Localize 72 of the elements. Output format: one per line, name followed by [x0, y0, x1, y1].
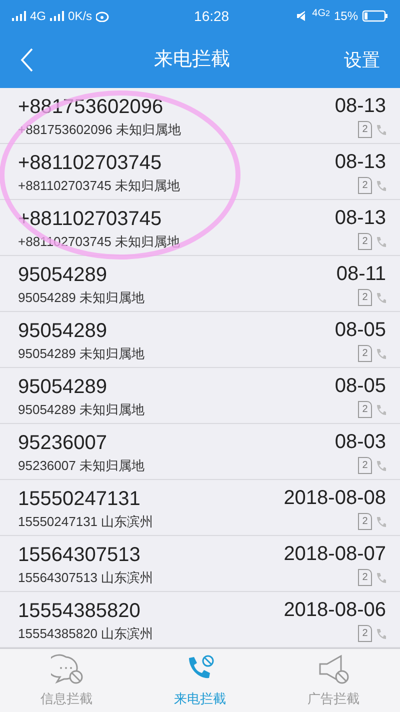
- sim-number: 2: [326, 8, 330, 20]
- number-location: 15564307513 山东滨州: [18, 570, 154, 586]
- call-row[interactable]: +881102703745 +881102703745 未知归属地 08-13 2: [0, 144, 400, 200]
- megaphone-block-icon: [317, 652, 350, 685]
- sim-card-icon: 2: [358, 345, 372, 362]
- call-date: 08-13: [334, 94, 386, 119]
- number-location: 95054289 未知归属地: [18, 290, 146, 306]
- phone-number: 15550247131: [18, 486, 142, 512]
- network-type: 4G: [312, 7, 326, 21]
- call-date: 08-05: [334, 318, 386, 343]
- call-row[interactable]: 95054289 95054289 未知归属地 08-05 2: [0, 368, 400, 424]
- number-location: +881102703745 未知归属地: [18, 234, 181, 250]
- number-location: +881102703745 未知归属地: [18, 178, 181, 194]
- sim-card-icon: 2: [358, 513, 372, 530]
- number-location: 95054289 未知归属地: [18, 346, 146, 362]
- sim-card-icon: 2: [358, 233, 372, 250]
- phone-number: 15554385820: [18, 598, 142, 624]
- screen-title: 来电拦截: [153, 48, 231, 72]
- number-location: 95054289 未知归属地: [18, 402, 146, 418]
- sim-card-icon: 2: [358, 457, 372, 474]
- phone-icon: [376, 292, 386, 304]
- phone-icon: [376, 348, 386, 360]
- phone-icon: [376, 460, 386, 472]
- call-date: 2018-08-06: [284, 598, 386, 623]
- call-date: 08-05: [334, 374, 386, 399]
- call-date: 08-13: [334, 150, 386, 175]
- phone-number: +881753602096: [18, 94, 164, 120]
- network-type: 4G: [30, 8, 46, 25]
- call-date: 2018-08-07: [284, 542, 386, 567]
- sim-card-icon: 2: [358, 625, 372, 642]
- battery-percent: 15%: [334, 8, 358, 25]
- phone-icon: [376, 180, 386, 192]
- call-date: 08-03: [334, 430, 386, 455]
- call-row[interactable]: 95236007 95236007 未知归属地 08-03 2: [0, 424, 400, 480]
- phone-number: 95054289: [18, 262, 108, 288]
- call-row[interactable]: 15564307513 15564307513 山东滨州 2018-08-07 2: [0, 536, 400, 592]
- phone-icon: [376, 516, 386, 528]
- number-location: 15550247131 山东滨州: [18, 514, 154, 530]
- network-speed: 0K/s: [68, 8, 92, 25]
- phone-number: 15564307513: [18, 542, 142, 568]
- back-icon: [20, 47, 34, 73]
- phone-icon: [376, 572, 386, 584]
- phone-number: +881102703745: [18, 150, 163, 176]
- call-date: 08-13: [334, 206, 386, 231]
- call-row[interactable]: 95054289 95054289 未知归属地 08-05 2: [0, 312, 400, 368]
- call-row[interactable]: +881102703745 +881102703745 未知归属地 08-13 2: [0, 200, 400, 256]
- phone-icon: [376, 404, 386, 416]
- clock: 16:28: [194, 6, 230, 26]
- sim-card-icon: 2: [358, 121, 372, 138]
- phone-number: +881102703745: [18, 206, 163, 232]
- call-row[interactable]: 95054289 95054289 未知归属地 08-11 2: [0, 256, 400, 312]
- sim-card-icon: 2: [358, 177, 372, 194]
- signal-icon: [12, 11, 26, 21]
- phone-icon: [376, 236, 386, 248]
- phone-icon: [376, 628, 386, 640]
- sim-card-icon: 2: [358, 569, 372, 586]
- call-date: 2018-08-08: [284, 486, 386, 511]
- chat-block-icon: [50, 652, 83, 685]
- sim-card-icon: 2: [358, 401, 372, 418]
- phone-number: 95054289: [18, 374, 108, 400]
- battery-icon: [362, 10, 388, 22]
- sim-card-icon: 2: [358, 289, 372, 306]
- call-row[interactable]: +881753602096 +881753602096 未知归属地 08-13 2: [0, 88, 400, 144]
- signal-icon: [50, 11, 64, 21]
- phone-number: 95054289: [18, 318, 108, 344]
- number-location: 95236007 未知归属地: [18, 458, 146, 474]
- call-row[interactable]: 15550247131 15550247131 山东滨州 2018-08-08 2: [0, 480, 400, 536]
- call-date: 08-11: [336, 262, 386, 287]
- phone-number: 95236007: [18, 430, 108, 456]
- phone-icon: [376, 124, 386, 136]
- number-location: +881753602096 未知归属地: [18, 122, 182, 138]
- number-location: 15554385820 山东滨州: [18, 626, 154, 642]
